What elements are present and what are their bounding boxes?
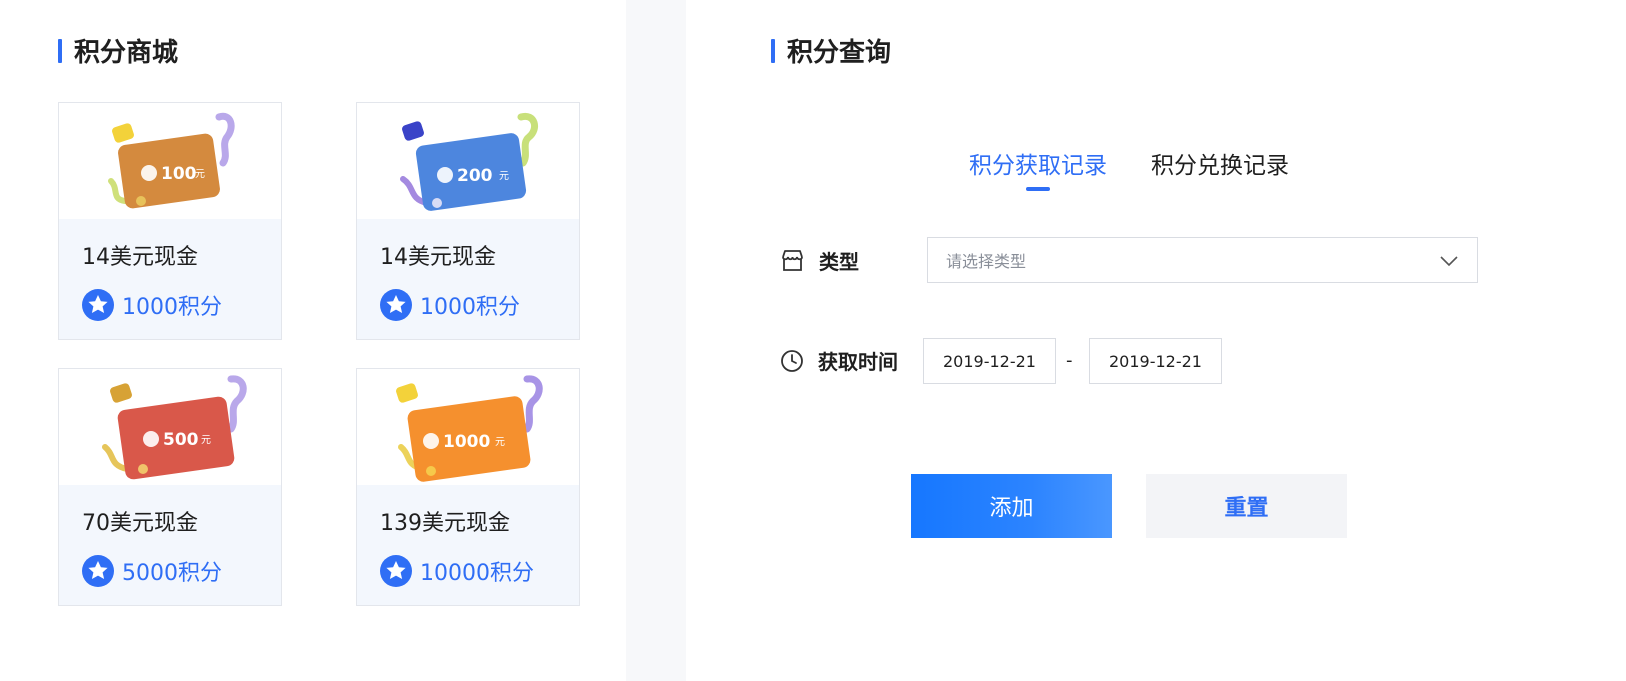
card-points: 10000积分: [380, 555, 534, 587]
reset-button[interactable]: 重置: [1146, 474, 1347, 538]
svg-text:500: 500: [163, 430, 199, 450]
time-label: 获取时间: [780, 346, 898, 375]
card-points: 1000积分: [380, 289, 520, 321]
card-name: 70美元现金: [82, 511, 198, 536]
query-title-text: 积分查询: [787, 38, 892, 68]
type-label-text: 类型: [819, 250, 859, 274]
active-tab-indicator: [1026, 187, 1050, 191]
svg-text:元: 元: [195, 169, 205, 180]
star-coin-icon: [82, 555, 114, 587]
voucher-image: 1000 元: [357, 369, 579, 485]
tab-earn-records[interactable]: 积分获取记录: [969, 146, 1107, 180]
query-title: 积分查询: [771, 32, 891, 69]
svg-text:200: 200: [457, 166, 493, 186]
svg-text:100: 100: [161, 164, 197, 184]
mall-card[interactable]: 200 元 14美元现金 1000积分: [356, 102, 580, 340]
points-mall-panel: 积分商城 100 元 14美元现金 1000积分 200 元 14美元现金 10…: [0, 0, 626, 681]
store-icon: [782, 250, 803, 271]
mall-card[interactable]: 500 元 70美元现金 5000积分: [58, 368, 282, 606]
voucher-image: 500 元: [59, 369, 281, 485]
card-points-text: 10000积分: [420, 561, 534, 586]
tab-redeem-records[interactable]: 积分兑换记录: [1151, 146, 1289, 180]
start-date-input[interactable]: 2019-12-21: [923, 338, 1056, 384]
voucher-card-icon: 1000 元: [396, 375, 543, 482]
voucher-card-icon: 500 元: [102, 375, 247, 480]
date-separator: -: [1066, 350, 1073, 371]
star-coin-icon: [82, 289, 114, 321]
card-points: 5000积分: [82, 555, 222, 587]
clock-icon: [781, 349, 803, 372]
type-label: 类型: [780, 246, 859, 275]
voucher-card-icon: 100 元: [108, 112, 235, 209]
svg-text:元: 元: [495, 437, 505, 448]
voucher-card-icon: 200 元: [400, 112, 539, 211]
card-name: 14美元现金: [82, 245, 198, 270]
card-points-text: 1000积分: [420, 295, 520, 320]
mall-card[interactable]: 100 元 14美元现金 1000积分: [58, 102, 282, 340]
type-select-placeholder: 请选择类型: [946, 252, 1027, 271]
title-accent-bar: [771, 38, 775, 63]
card-points: 1000积分: [82, 289, 222, 321]
time-label-text: 获取时间: [818, 350, 898, 374]
svg-text:元: 元: [201, 435, 211, 446]
voucher-image: 100 元: [59, 103, 281, 219]
svg-text:1000: 1000: [443, 432, 490, 452]
title-accent-bar: [58, 38, 62, 63]
card-points-text: 1000积分: [122, 295, 222, 320]
card-points-text: 5000积分: [122, 561, 222, 586]
card-name: 139美元现金: [380, 511, 510, 536]
add-button[interactable]: 添加: [911, 474, 1112, 538]
mall-title-text: 积分商城: [74, 38, 179, 68]
star-coin-icon: [380, 555, 412, 587]
panel-divider: [626, 0, 686, 681]
svg-text:元: 元: [499, 171, 509, 182]
star-coin-icon: [380, 289, 412, 321]
chevron-down-icon: [1440, 256, 1458, 267]
mall-card[interactable]: 1000 元 139美元现金 10000积分: [356, 368, 580, 606]
mall-title: 积分商城: [58, 32, 178, 69]
end-date-input[interactable]: 2019-12-21: [1089, 338, 1222, 384]
voucher-image: 200 元: [357, 103, 579, 219]
type-select[interactable]: 请选择类型: [927, 237, 1478, 283]
card-name: 14美元现金: [380, 245, 496, 270]
